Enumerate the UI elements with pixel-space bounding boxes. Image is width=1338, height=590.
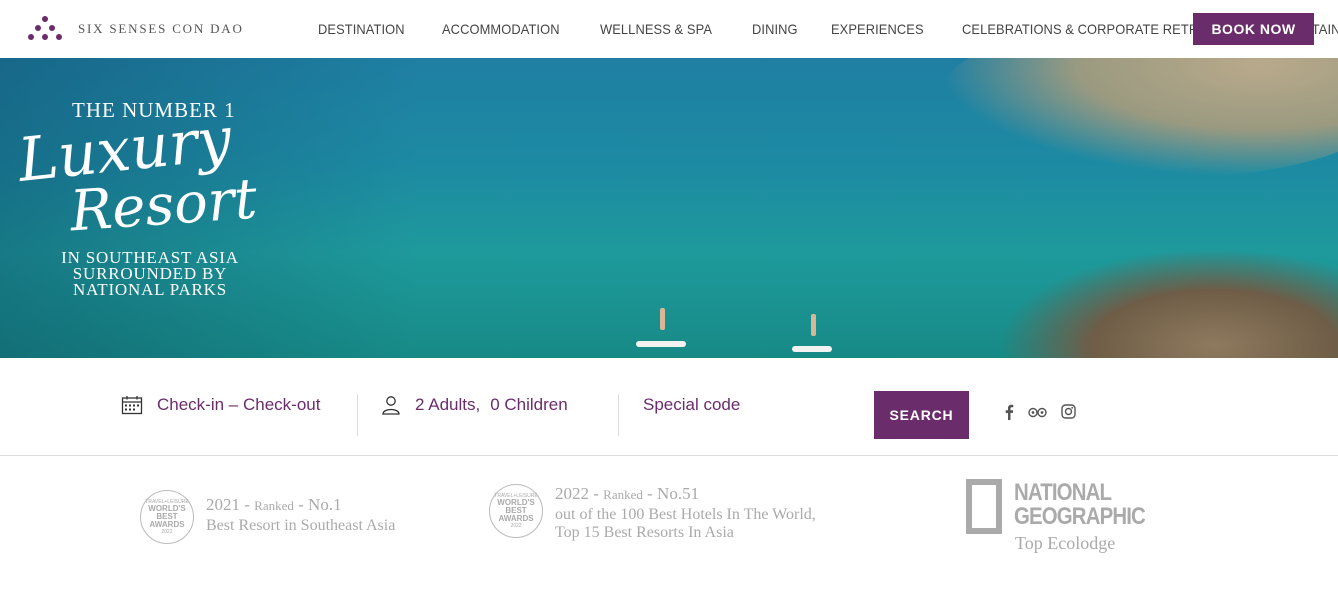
natgeo-subtitle: Top Ecolodge (1015, 533, 1116, 553)
nav-dining[interactable]: DINING (752, 21, 798, 37)
badge-mid: WORLD'S BEST AWARDS (497, 498, 535, 523)
award-rank: - No.1 (298, 495, 342, 514)
logo-text: SIX SENSES CON DAO (78, 21, 244, 36)
nav-accommodation[interactable]: ACCOMMODATION (442, 21, 560, 37)
date-range-label: Check-in – Check-out (157, 395, 321, 414)
paddleboard (636, 341, 686, 347)
award-rank: - No.51 (647, 484, 700, 503)
user-icon (382, 396, 400, 415)
logo-dots-icon (26, 14, 64, 44)
guests-selector[interactable]: 2 Adults, 0 Children (381, 395, 568, 415)
award-description: out of the 100 Best Hotels In The World, (555, 506, 816, 523)
award-ranked: Ranked (254, 498, 294, 513)
worlds-best-badge-icon: TRAVEL+LEISURE WORLD'S BEST AWARDS 2022 (140, 490, 194, 544)
date-picker[interactable]: Check-in – Check-out (121, 395, 320, 415)
award-2022: TRAVEL+LEISURE WORLD'S BEST AWARDS 2022 … (489, 484, 816, 542)
booking-bar: Check-in – Check-out 2 Adults, 0 Childre… (0, 358, 1338, 456)
special-code-field[interactable]: Special code (643, 395, 740, 415)
nav-experiences[interactable]: EXPERIENCES (831, 21, 924, 37)
badge-year: 2022 (510, 523, 522, 529)
award-text: 2022 - Ranked - No.51 out of the 100 Bes… (555, 484, 816, 542)
award-text: 2021 - Ranked - No.1 Best Resort in Sout… (206, 495, 395, 544)
adults-count: 2 Adults, (415, 395, 481, 414)
award-description-2: Top 15 Best Resorts In Asia (555, 524, 734, 541)
tripadvisor-icon[interactable] (1028, 406, 1047, 418)
worlds-best-badge-icon: TRAVEL+LEISURE WORLD'S BEST AWARDS 2022 (489, 484, 543, 538)
children-count: 0 Children (490, 395, 568, 414)
hero-beach (938, 58, 1338, 178)
hero-subtitle: IN SOUTHEAST ASIA SURROUNDED BY NATIONAL… (50, 249, 250, 299)
main-nav: DESTINATION ACCOMMODATION WELLNESS & SPA… (318, 0, 1338, 58)
calendar-icon (121, 396, 143, 415)
facebook-icon[interactable] (1004, 404, 1014, 420)
search-button[interactable]: SEARCH (874, 391, 969, 439)
divider (357, 394, 358, 436)
site-header: SIX SENSES CON DAO DESTINATION ACCOMMODA… (0, 0, 1338, 58)
badge-year: 2022 (161, 529, 173, 535)
paddleboarder (811, 314, 816, 336)
award-year: 2021 - (206, 495, 250, 514)
book-now-button[interactable]: BOOK NOW (1193, 13, 1314, 45)
badge-mid: WORLD'S BEST AWARDS (148, 504, 186, 529)
national-geographic-wordmark: NATIONAL GEOGRAPHIC (1014, 479, 1146, 530)
nav-destination[interactable]: DESTINATION (318, 21, 405, 37)
award-description: Best Resort in Southeast Asia (206, 517, 396, 534)
instagram-icon[interactable] (1061, 404, 1076, 419)
paddleboarder (660, 308, 665, 330)
hero-sub-line: NATIONAL PARKS (73, 280, 227, 299)
natgeo-line: GEOGRAPHIC (1014, 503, 1146, 530)
divider (618, 394, 619, 436)
hero-line-resort: Resort (67, 166, 260, 245)
national-geographic-logo-icon (966, 479, 1002, 534)
natgeo-line: NATIONAL (1014, 479, 1112, 506)
award-heading: 2022 - Ranked - No.51 (555, 484, 816, 504)
logo[interactable]: SIX SENSES CON DAO (26, 14, 244, 44)
award-heading: 2021 - Ranked - No.1 (206, 495, 395, 515)
nav-wellness-spa[interactable]: WELLNESS & SPA (600, 21, 712, 37)
award-year: 2022 - (555, 484, 599, 503)
award-ranked: Ranked (603, 487, 643, 502)
paddleboard (792, 346, 832, 352)
nav-celebrations[interactable]: CELEBRATIONS & CORPORATE RETREATS (962, 21, 1231, 37)
award-2021: TRAVEL+LEISURE WORLD'S BEST AWARDS 2022 … (140, 490, 395, 544)
hero-rocks (998, 248, 1338, 358)
hero-banner: THE NUMBER 1 Luxury Resort IN SOUTHEAST … (0, 58, 1338, 358)
